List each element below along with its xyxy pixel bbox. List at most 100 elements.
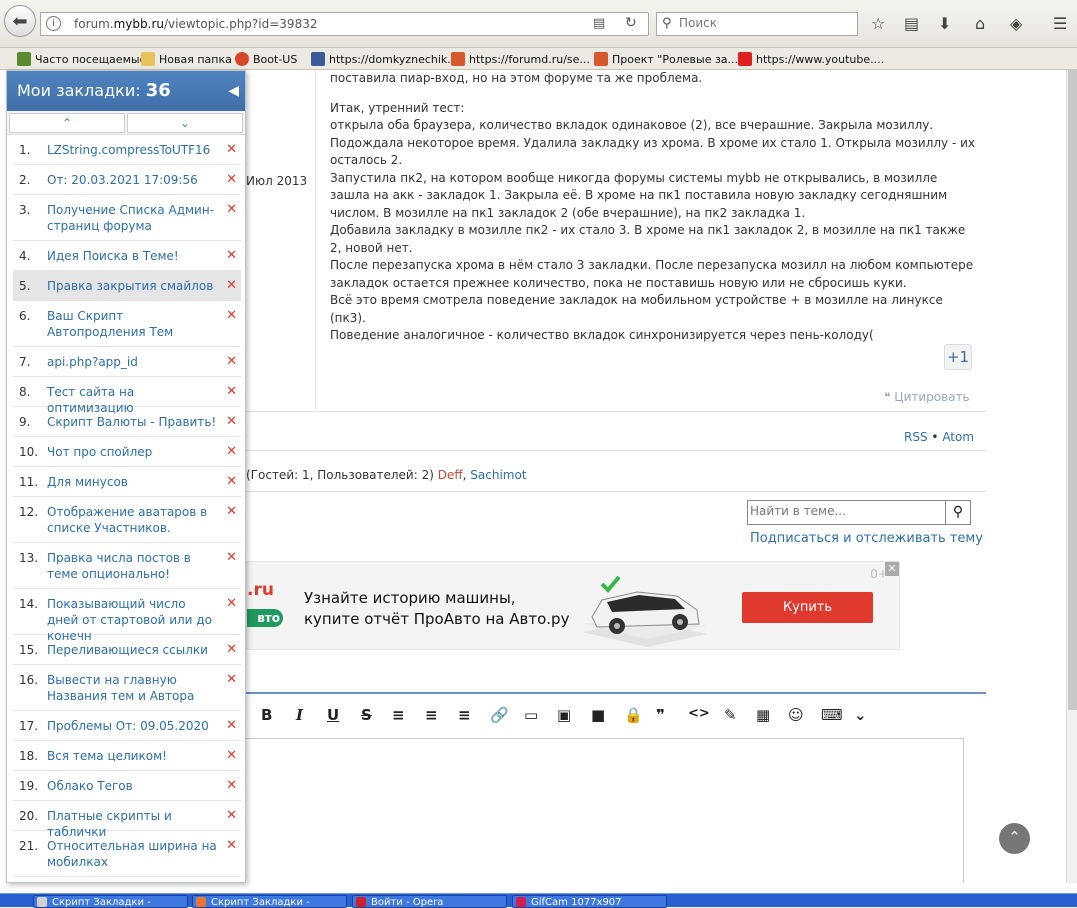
list-item[interactable]: 14. Показывающий число дней от стартовой … xyxy=(13,589,241,643)
pocket-icon[interactable]: ◈ xyxy=(1010,14,1022,33)
info-icon[interactable]: i xyxy=(46,16,61,31)
bookmark-link[interactable]: Вся тема целиком! xyxy=(47,748,219,764)
align-left-button[interactable]: ≡ xyxy=(392,706,405,724)
delete-icon[interactable]: ✕ xyxy=(226,808,237,824)
list-item[interactable]: 11. Для минусов ✕ xyxy=(13,467,241,497)
align-center-button[interactable]: ≡ xyxy=(425,706,438,724)
download-icon[interactable]: ⬇ xyxy=(938,14,951,33)
image-icon[interactable]: ▣ xyxy=(557,706,571,724)
bookmark-new-folder[interactable]: Новая папка xyxy=(141,51,232,67)
delete-icon[interactable]: ✕ xyxy=(226,838,237,854)
reload-icon[interactable]: ↻ xyxy=(625,15,637,31)
rss-link[interactable]: RSS xyxy=(904,430,928,444)
list-item[interactable]: 10. Чот про спойлер ✕ xyxy=(13,437,241,467)
code-button[interactable]: <> xyxy=(688,706,710,721)
delete-icon[interactable]: ✕ xyxy=(226,474,237,490)
list-item[interactable]: 1. LZString.compressToUTF16 ✕ xyxy=(13,135,241,165)
bookmark-boot-us[interactable]: Boot-US xyxy=(235,51,297,67)
star-icon[interactable]: ☆ xyxy=(871,14,885,33)
more-chevron-icon[interactable]: ⌄ xyxy=(854,706,867,724)
scrollbar-thumb[interactable] xyxy=(1068,70,1077,710)
home-icon[interactable]: ⌂ xyxy=(975,14,985,33)
back-button[interactable]: ⬅ xyxy=(4,5,36,37)
bookmark-youtube[interactable]: https://www.youtube.... xyxy=(738,51,884,67)
delete-icon[interactable]: ✕ xyxy=(226,444,237,460)
bookmark-link[interactable]: Чот про спойлер xyxy=(47,444,219,460)
delete-icon[interactable]: ✕ xyxy=(226,278,237,294)
subscribe-link[interactable]: Подписаться и отслеживать тему xyxy=(750,531,983,546)
bookmark-domkyznechik[interactable]: https://domkyznechik... xyxy=(311,51,458,67)
list-item[interactable]: 5. Правка закрытия смайлов ✕ xyxy=(13,271,241,301)
bookmark-link[interactable]: Идея Поиска в Теме! xyxy=(47,248,219,264)
taskbar-item[interactable]: Скрипт Закладки - xyxy=(192,895,347,908)
buy-button[interactable]: Купить xyxy=(742,592,873,623)
link-icon[interactable]: 🔗 xyxy=(490,706,509,724)
list-item[interactable]: 8. Тест сайта на оптимизацию ✕ xyxy=(13,377,241,415)
delete-icon[interactable]: ✕ xyxy=(226,414,237,430)
bookmark-link[interactable]: Переливающиеся ссылки xyxy=(47,642,219,658)
align-right-button[interactable]: ≡ xyxy=(458,706,471,724)
collapse-icon[interactable]: ◀ xyxy=(228,71,239,111)
bold-button[interactable]: B xyxy=(261,706,272,724)
bookmark-project[interactable]: Проект "Ролевые за... xyxy=(594,51,738,67)
list-item[interactable]: 19. Облако Тегов ✕ xyxy=(13,771,241,801)
taskbar-item[interactable]: Войти - Opera xyxy=(352,895,507,908)
video-icon[interactable]: ■ xyxy=(591,706,605,724)
bookmark-link[interactable]: Правка числа постов в теме опционально! xyxy=(47,550,219,582)
list-item[interactable]: 2. От: 20.03.2021 17:09:56 ✕ xyxy=(13,165,241,195)
message-textarea[interactable] xyxy=(246,738,964,883)
bookmark-link[interactable]: Относительная ширина на мобилках xyxy=(47,838,219,870)
list-item[interactable]: 16. Вывести на главную Названия тем и Авт… xyxy=(13,665,241,711)
quote-link[interactable]: ❝ Цитировать xyxy=(884,390,970,404)
delete-icon[interactable]: ✕ xyxy=(226,172,237,188)
bookmark-forumd[interactable]: https://forumd.ru/se... xyxy=(451,51,590,67)
reader-view-icon[interactable]: ▤ xyxy=(593,16,605,31)
italic-button[interactable]: I xyxy=(296,706,303,724)
color-picker-icon[interactable]: ✎ xyxy=(724,706,737,724)
bookmark-link[interactable]: Правка закрытия смайлов xyxy=(47,278,219,294)
taskbar-item[interactable]: Скрипт Закладки - xyxy=(33,895,188,908)
list-item[interactable]: 17. Проблемы От: 09.05.2020 ✕ xyxy=(13,711,241,741)
bookmark-link[interactable]: Отображение аватаров в списке Участников… xyxy=(47,504,219,536)
list-item[interactable]: 6. Ваш Скрипт Автопродления Тем ✕ xyxy=(13,301,241,347)
ad-banner[interactable]: .ru вто Узнайте историю машины, купите о… xyxy=(246,561,900,650)
bookmark-link[interactable]: Скрипт Валюты - Править! xyxy=(47,414,219,430)
list-item[interactable]: 4. Идея Поиска в Теме! ✕ xyxy=(13,241,241,271)
delete-icon[interactable]: ✕ xyxy=(226,202,237,218)
delete-icon[interactable]: ✕ xyxy=(226,354,237,370)
clipboard-icon[interactable]: ▤ xyxy=(904,14,919,33)
sort-up-button[interactable]: ⌃ xyxy=(9,113,125,133)
bookmark-link[interactable]: Для минусов xyxy=(47,474,219,490)
bookmark-link[interactable]: Облако Тегов xyxy=(47,778,219,794)
page-scrollbar[interactable] xyxy=(1066,70,1077,883)
bookmark-link[interactable]: Вывести на главную Названия тем и Автора xyxy=(47,672,219,704)
delete-icon[interactable]: ✕ xyxy=(226,748,237,764)
bookmark-link[interactable]: LZString.compressToUTF16 xyxy=(47,142,219,158)
browser-search-input[interactable] xyxy=(679,16,849,30)
user-link-deff[interactable]: Deff xyxy=(438,468,463,482)
delete-icon[interactable]: ✕ xyxy=(226,504,237,520)
list-item[interactable]: 15. Переливающиеся ссылки ✕ xyxy=(13,635,241,665)
quote-button[interactable]: ❞ xyxy=(656,706,665,724)
delete-icon[interactable]: ✕ xyxy=(226,672,237,688)
delete-icon[interactable]: ✕ xyxy=(226,718,237,734)
table-icon[interactable]: ▦ xyxy=(756,706,770,724)
atom-link[interactable]: Atom xyxy=(942,430,974,444)
delete-icon[interactable]: ✕ xyxy=(226,596,237,612)
smiley-icon[interactable]: ☺ xyxy=(788,706,804,724)
plus-one-button[interactable]: +1 xyxy=(944,344,972,370)
delete-icon[interactable]: ✕ xyxy=(226,642,237,658)
delete-icon[interactable]: ✕ xyxy=(226,142,237,158)
address-bar[interactable]: i forum.mybb.ru/viewtopic.php?id=39832 ▤… xyxy=(40,12,649,36)
topic-search-button[interactable]: ⚲ xyxy=(945,501,970,524)
list-item[interactable]: 7. api.php?app_id ✕ xyxy=(13,347,241,377)
delete-icon[interactable]: ✕ xyxy=(226,308,237,324)
bookmark-link[interactable]: api.php?app_id xyxy=(47,354,219,370)
list-item[interactable]: 12. Отображение аватаров в списке Участни… xyxy=(13,497,241,543)
strike-button[interactable]: S xyxy=(361,706,372,724)
url-text[interactable]: forum.mybb.ru/viewtopic.php?id=39832 xyxy=(74,17,317,31)
topic-search-input[interactable] xyxy=(750,504,940,518)
list-item[interactable]: 3. Получение Списка Админ-страниц форума ✕ xyxy=(13,195,241,241)
list-item[interactable]: 13. Правка числа постов в теме опциональн… xyxy=(13,543,241,589)
delete-icon[interactable]: ✕ xyxy=(226,384,237,400)
